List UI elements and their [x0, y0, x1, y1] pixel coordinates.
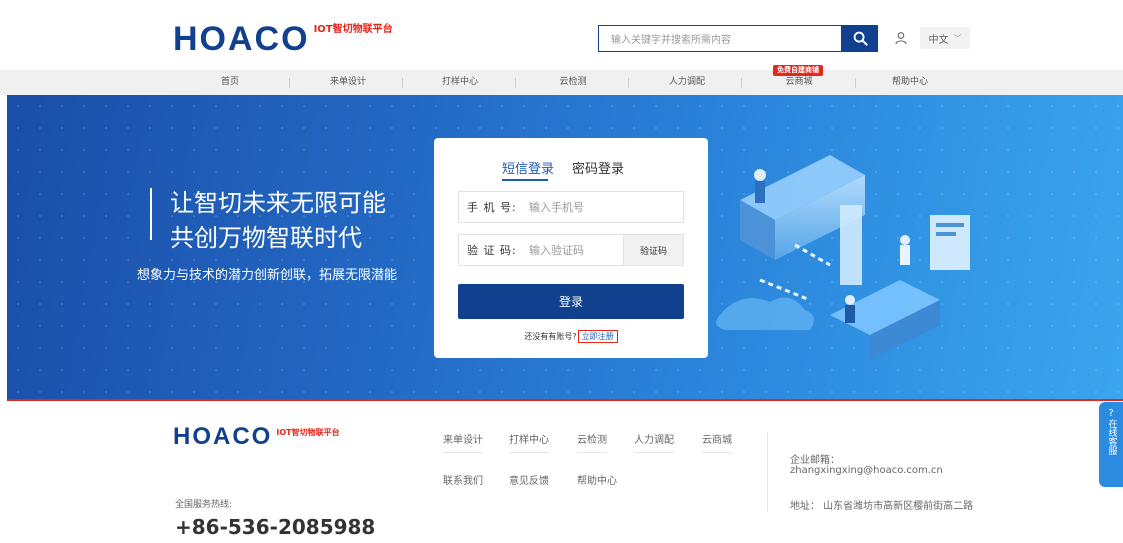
- email-address[interactable]: zhangxingxing@hoaco.com.cn: [790, 465, 943, 476]
- search-icon: [853, 31, 868, 46]
- search-input[interactable]: 输入关键字并搜索所需内容: [598, 25, 842, 52]
- footer-link-design[interactable]: 来单设计: [443, 431, 483, 453]
- tab-password-login[interactable]: 密码登录: [572, 158, 624, 177]
- code-field[interactable]: 验 证 码: 输入验证码 验证码: [458, 234, 684, 266]
- nav-divider: [289, 78, 290, 88]
- get-code-button[interactable]: 验证码: [623, 235, 683, 265]
- search-placeholder: 输入关键字并搜索所需内容: [611, 35, 731, 46]
- slogan-line-1: 让智切未来无限可能: [170, 189, 386, 217]
- login-panel: 短信登录 密码登录 手 机 号: 输入手机号 验 证 码: 输入验证码 验证码 …: [434, 138, 708, 358]
- chat-icon: ?: [1108, 408, 1114, 419]
- main-nav: 首页 来单设计 打样中心 云检测 人力调配 云商城 帮助中心: [0, 70, 1123, 95]
- nav-divider: [515, 78, 516, 88]
- phone-label: 手 机 号:: [467, 201, 517, 214]
- banner-tagline: 想象力与技术的潜力创新创联，拓展无限潜能: [137, 268, 398, 283]
- online-service-button[interactable]: ? 在线客服: [1099, 402, 1123, 487]
- chevron-down-icon: ﹀: [953, 33, 962, 43]
- hotline-label: 全国服务热线:: [175, 500, 233, 510]
- nav-divider: [855, 78, 856, 88]
- header: HOACO IOT智切物联平台 输入关键字并搜索所需内容 中文 ﹀: [0, 0, 1123, 70]
- footer-link-cloud-test[interactable]: 云检测: [577, 431, 607, 453]
- no-account-text: 还没有有账号?: [524, 332, 577, 341]
- nav-item-hr[interactable]: 人力调配: [657, 70, 717, 95]
- footer-logo[interactable]: HOACO IOT智切物联平台: [173, 425, 340, 449]
- logo-text: HOACO: [173, 20, 310, 58]
- footer-link-help[interactable]: 帮助中心: [577, 472, 617, 493]
- nav-item-design[interactable]: 来单设计: [318, 70, 378, 95]
- user-icon[interactable]: [894, 31, 908, 45]
- nav-item-help[interactable]: 帮助中心: [880, 70, 940, 95]
- register-prompt: 还没有有账号? 立即注册: [434, 330, 708, 343]
- page: HOACO IOT智切物联平台 输入关键字并搜索所需内容 中文 ﹀ 首页 来单设…: [0, 0, 1123, 543]
- slogan-line-2: 共创万物智联时代: [170, 224, 362, 252]
- language-label: 中文: [928, 34, 949, 46]
- nav-divider: [741, 78, 742, 88]
- register-link[interactable]: 立即注册: [577, 330, 618, 343]
- nav-item-sampling[interactable]: 打样中心: [430, 70, 490, 95]
- footer-link-contact[interactable]: 联系我们: [443, 472, 483, 493]
- nav-item-cloud-test[interactable]: 云检测: [543, 70, 603, 95]
- nav-item-home[interactable]: 首页: [205, 70, 255, 95]
- footer-divider: [767, 432, 768, 512]
- footer-logo-subtitle: IOT智切物联平台: [276, 428, 340, 437]
- phone-input[interactable]: 输入手机号: [529, 199, 584, 215]
- mall-promo-badge: 免费自建商铺: [773, 65, 823, 76]
- login-button[interactable]: 登录: [458, 284, 684, 319]
- active-tab-underline: [502, 179, 548, 181]
- hotline-number: +86-536-2085988: [175, 515, 376, 539]
- tab-sms-login[interactable]: 短信登录: [502, 158, 554, 177]
- code-label: 验 证 码:: [467, 244, 517, 257]
- phone-field[interactable]: 手 机 号: 输入手机号: [458, 191, 684, 223]
- email-label: 企业邮箱：: [790, 455, 840, 466]
- company-address: 地址： 山东省潍坊市高新区樱前街高二路: [790, 501, 974, 512]
- footer-link-hr[interactable]: 人力调配: [634, 431, 674, 453]
- footer-link-mall[interactable]: 云商城: [702, 431, 732, 453]
- iot-illustration: [716, 155, 970, 360]
- search-button[interactable]: [842, 25, 878, 52]
- language-select[interactable]: 中文 ﹀: [920, 27, 970, 49]
- online-service-label: 在线客服: [1106, 419, 1117, 455]
- footer-logo-text: HOACO: [173, 423, 273, 450]
- footer-link-feedback[interactable]: 意见反馈: [509, 472, 549, 493]
- slogan-accent-bar: [150, 188, 152, 240]
- footer-link-sampling[interactable]: 打样中心: [509, 431, 549, 453]
- logo[interactable]: HOACO IOT智切物联平台: [173, 22, 393, 56]
- code-input[interactable]: 输入验证码: [529, 242, 584, 258]
- nav-divider: [628, 78, 629, 88]
- logo-subtitle: IOT智切物联平台: [313, 24, 393, 35]
- banner-divider: [7, 399, 1123, 401]
- nav-divider: [402, 78, 403, 88]
